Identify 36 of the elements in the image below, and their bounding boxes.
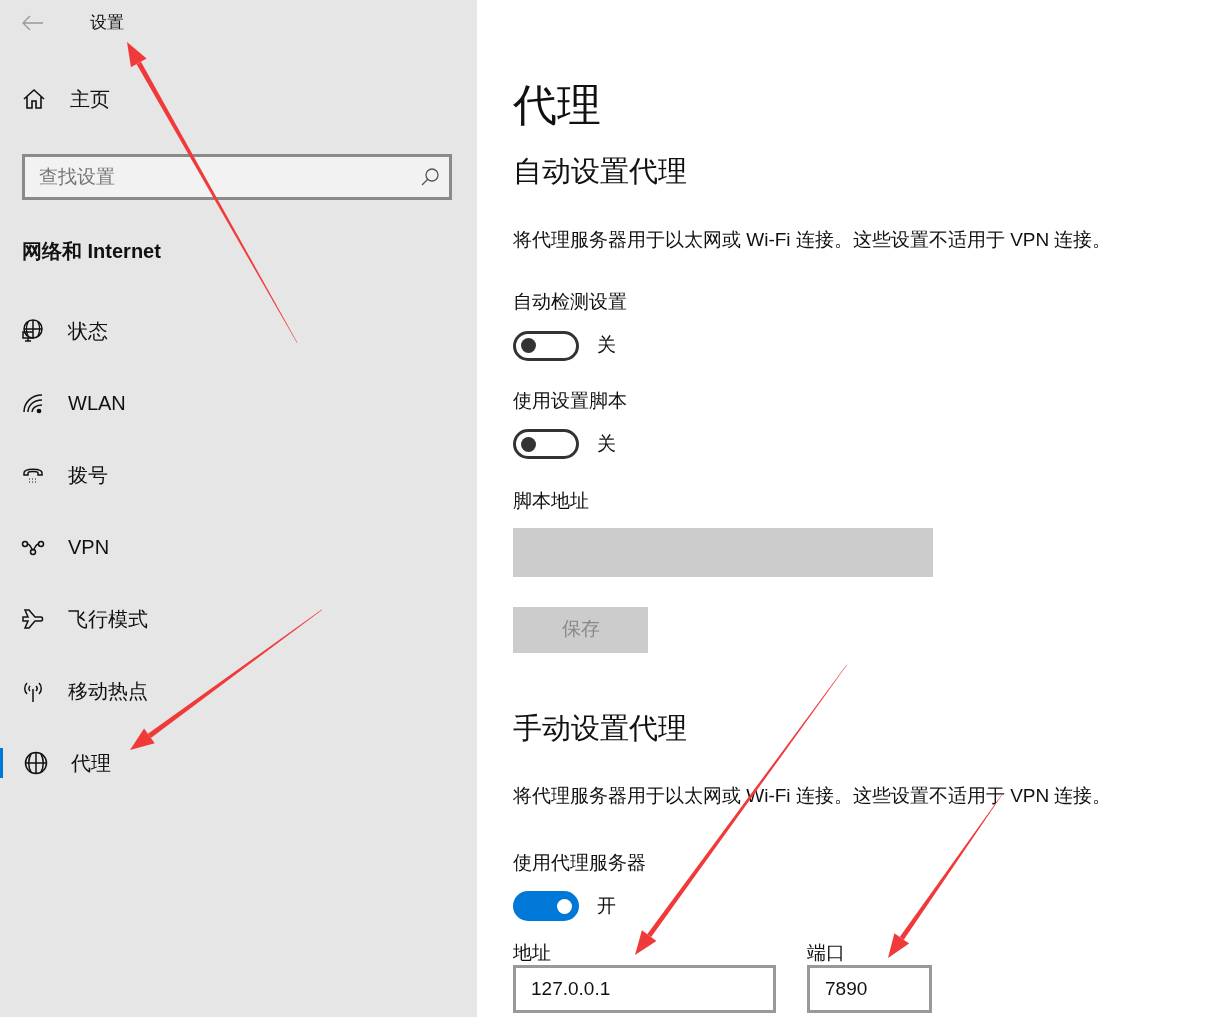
- back-arrow-icon[interactable]: [22, 15, 44, 31]
- section-heading: 自动设置代理: [513, 154, 688, 189]
- address-field[interactable]: 127.0.0.1: [513, 965, 776, 1013]
- nav-item[interactable]: 状态: [0, 316, 477, 346]
- home-icon: [22, 88, 46, 110]
- nav-item[interactable]: VPN: [0, 532, 477, 562]
- page-title: 代理: [513, 79, 602, 131]
- home-link[interactable]: 主页: [22, 84, 477, 114]
- toggle-state-text: 关: [597, 431, 616, 456]
- toggle-state-text: 开: [597, 893, 616, 918]
- window-title: 设置: [90, 12, 124, 35]
- antenna-icon: [21, 679, 45, 703]
- field-label: 脚本地址: [513, 489, 590, 513]
- nav-item[interactable]: 拨号: [0, 460, 477, 490]
- toggle-switch[interactable]: [513, 891, 579, 921]
- nav-item[interactable]: WLAN: [0, 388, 477, 418]
- airplane-icon: [21, 607, 45, 631]
- section-title: 网络和 Internet: [22, 239, 162, 264]
- search-icon: [420, 167, 440, 187]
- toggle-switch[interactable]: [513, 330, 579, 361]
- description-text: 将代理服务器用于以太网或 Wi-Fi 连接。这些设置不适用于 VPN 连接。: [513, 227, 1113, 252]
- setting-label: 使用代理服务器: [513, 850, 647, 875]
- field-label: 地址: [513, 941, 552, 965]
- section-heading: 手动设置代理: [513, 710, 688, 746]
- nav-item[interactable]: 飞行模式: [0, 604, 477, 634]
- globe-icon: [24, 751, 48, 775]
- setting-label: 自动检测设置: [513, 290, 628, 314]
- field-label: 端口: [807, 941, 846, 965]
- setting-label: 使用设置脚本: [513, 388, 628, 413]
- search-field[interactable]: 查找设置: [22, 154, 452, 200]
- nav-item[interactable]: 移动热点: [0, 676, 477, 706]
- toggle-switch[interactable]: [513, 429, 579, 459]
- toggle-state-text: 关: [597, 333, 616, 358]
- port-field[interactable]: 7890: [807, 965, 932, 1013]
- globe-monitor-icon: [21, 319, 45, 343]
- wifi-icon: [21, 391, 45, 415]
